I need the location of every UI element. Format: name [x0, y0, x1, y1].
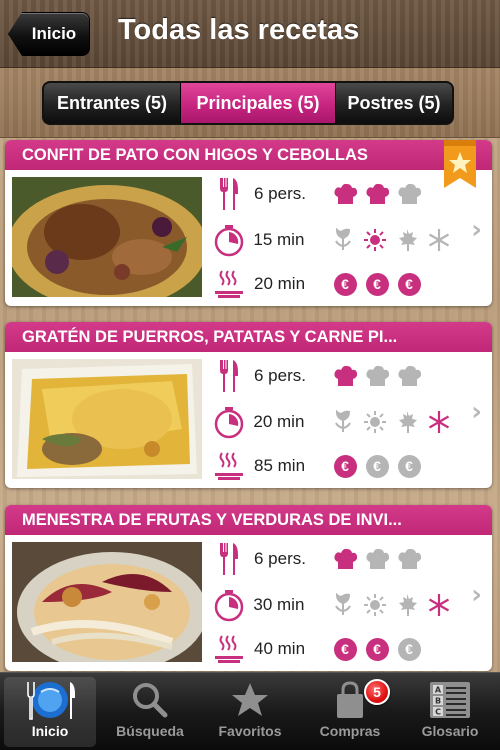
spring-flower-icon	[330, 592, 356, 618]
chef-hat-icon	[364, 181, 390, 207]
cutlery-icon	[212, 174, 246, 214]
svg-text:C: C	[435, 708, 441, 717]
cost-rating: € € €	[332, 271, 422, 297]
chevron-right-icon[interactable]: ›	[471, 215, 482, 245]
euro-icon: €	[365, 272, 389, 296]
servings: 6 pers.	[254, 549, 306, 568]
svg-text:B: B	[435, 697, 441, 706]
recipe-info: 6 pers. 15 min 20 min € € €	[212, 172, 452, 306]
season-indicators	[330, 227, 452, 253]
prep-time: 20 min	[253, 412, 305, 431]
tab-label: Compras	[319, 723, 381, 739]
cook-time: 85 min	[254, 456, 306, 475]
autumn-leaf-icon	[394, 592, 420, 618]
chevron-right-icon[interactable]: ›	[471, 397, 482, 427]
spring-flower-icon	[330, 409, 356, 435]
chef-hat-icon	[396, 546, 422, 572]
chef-hat-icon	[364, 546, 390, 572]
winter-snowflake-icon	[426, 227, 452, 253]
cooking-icon	[212, 629, 246, 669]
tab-label: Glosario	[421, 723, 479, 739]
recipe-card[interactable]: GRATÉN DE PUERROS, PATATAS Y CARNE PI...…	[5, 322, 492, 488]
euro-icon: €	[365, 454, 389, 478]
autumn-leaf-icon	[394, 227, 420, 253]
recipe-photo	[12, 542, 202, 662]
cart-count-badge: 5	[364, 679, 390, 705]
chef-hat-icon	[332, 546, 358, 572]
difficulty-rating	[332, 363, 422, 389]
chevron-right-icon[interactable]: ›	[471, 580, 482, 610]
category-bar: Entrantes (5) Principales (5) Postres (5…	[0, 68, 500, 138]
euro-icon: €	[397, 272, 421, 296]
prep-time: 30 min	[253, 595, 305, 614]
chef-hat-icon	[364, 363, 390, 389]
summer-sun-icon	[362, 409, 388, 435]
winter-snowflake-icon	[426, 409, 452, 435]
euro-icon: €	[365, 637, 389, 661]
tab-favoritos[interactable]: Favoritos	[204, 677, 296, 747]
recipe-card[interactable]: MENESTRA DE FRUTAS Y VERDURAS DE INVI...…	[5, 505, 492, 671]
timer-icon	[212, 585, 245, 625]
cutlery-icon	[212, 539, 246, 579]
recipe-title: CONFIT DE PATO CON HIGOS Y CEBOLLAS	[5, 140, 492, 170]
tab-busqueda[interactable]: Búsqueda	[104, 677, 196, 747]
recipe-card[interactable]: CONFIT DE PATO CON HIGOS Y CEBOLLAS 6 pe…	[5, 140, 492, 306]
tab-glosario[interactable]: A B C Glosario	[404, 677, 496, 747]
recipe-info: 6 pers. 30 min 40 min € € €	[212, 537, 452, 671]
cost-rating: € € €	[332, 636, 422, 662]
autumn-leaf-icon	[394, 409, 420, 435]
recipe-photo	[12, 359, 202, 479]
tab-label: Inicio	[31, 723, 69, 739]
euro-icon: €	[397, 637, 421, 661]
tab-label: Búsqueda	[116, 723, 184, 739]
cooking-icon	[212, 446, 246, 486]
servings: 6 pers.	[254, 184, 306, 203]
season-indicators	[330, 409, 452, 435]
segment-principales[interactable]: Principales (5)	[181, 83, 336, 123]
star-icon	[220, 677, 280, 723]
segment-entrantes[interactable]: Entrantes (5)	[44, 83, 181, 123]
chef-hat-icon	[396, 363, 422, 389]
tab-inicio[interactable]: Inicio	[4, 677, 96, 747]
servings: 6 pers.	[254, 366, 306, 385]
euro-icon: €	[397, 454, 421, 478]
tab-compras[interactable]: Compras 5	[304, 677, 396, 747]
recipe-title: GRATÉN DE PUERROS, PATATAS Y CARNE PI...	[5, 322, 492, 352]
category-segmented-control: Entrantes (5) Principales (5) Postres (5…	[42, 81, 454, 125]
summer-sun-icon	[362, 227, 388, 253]
spring-flower-icon	[330, 227, 356, 253]
cooking-icon	[212, 264, 246, 304]
glossary-icon: A B C	[420, 677, 480, 723]
back-button[interactable]: Inicio	[8, 12, 90, 56]
recipe-info: 6 pers. 20 min 85 min € € €	[212, 354, 452, 488]
cutlery-icon	[212, 356, 246, 396]
timer-icon	[212, 220, 245, 260]
recipe-photo	[12, 177, 202, 297]
magnifier-icon	[120, 677, 180, 723]
timer-icon	[212, 402, 245, 442]
difficulty-rating	[332, 546, 422, 572]
difficulty-rating	[332, 181, 422, 207]
euro-icon: €	[333, 454, 357, 478]
summer-sun-icon	[362, 592, 388, 618]
tab-label: Favoritos	[218, 723, 282, 739]
cost-rating: € € €	[332, 453, 422, 479]
recipe-title: MENESTRA DE FRUTAS Y VERDURAS DE INVI...	[5, 505, 492, 535]
segment-postres[interactable]: Postres (5)	[336, 83, 452, 123]
page-title: Todas las recetas	[118, 14, 360, 46]
chef-hat-icon	[396, 181, 422, 207]
chef-hat-icon	[332, 363, 358, 389]
nav-bar: Inicio Todas las recetas	[0, 0, 500, 68]
season-indicators	[330, 592, 452, 618]
cook-time: 20 min	[254, 274, 306, 293]
winter-snowflake-icon	[426, 592, 452, 618]
euro-icon: €	[333, 637, 357, 661]
plate-icon	[20, 677, 80, 723]
chef-hat-icon	[332, 181, 358, 207]
prep-time: 15 min	[253, 230, 305, 249]
svg-text:A: A	[435, 686, 442, 695]
euro-icon: €	[333, 272, 357, 296]
tab-bar: Inicio Búsqueda Favoritos Compras 5 A B	[0, 672, 500, 750]
cook-time: 40 min	[254, 639, 306, 658]
